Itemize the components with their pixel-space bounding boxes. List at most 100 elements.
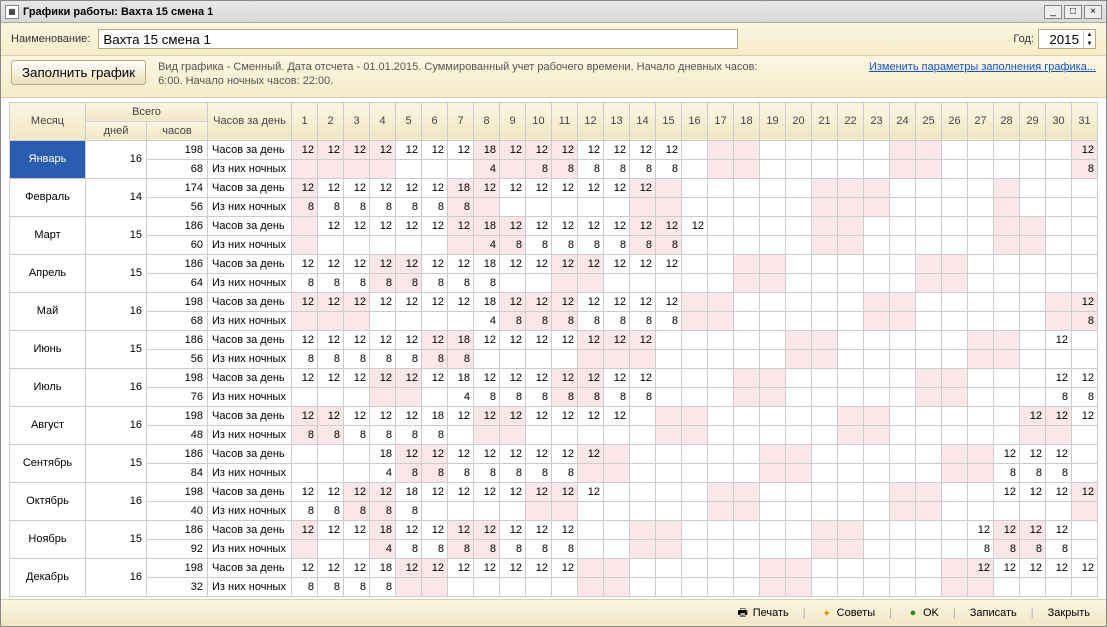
- day-cell[interactable]: 12: [994, 444, 1020, 463]
- day-cell[interactable]: 12: [630, 216, 656, 235]
- day-cell[interactable]: [578, 539, 604, 558]
- day-cell[interactable]: [916, 292, 942, 311]
- day-cell[interactable]: [292, 159, 318, 178]
- month-cell[interactable]: Март: [10, 216, 86, 254]
- day-cell[interactable]: [890, 235, 916, 254]
- day-cell[interactable]: [708, 292, 734, 311]
- day-cell[interactable]: [916, 501, 942, 520]
- day-cell[interactable]: 12: [1020, 406, 1046, 425]
- day-cell[interactable]: [968, 330, 994, 349]
- day-cell[interactable]: [318, 311, 344, 330]
- day-cell[interactable]: [448, 235, 474, 254]
- day-cell[interactable]: [682, 254, 708, 273]
- day-cell[interactable]: [890, 463, 916, 482]
- print-button[interactable]: 🖶Печать: [730, 604, 795, 622]
- day-cell[interactable]: [708, 254, 734, 273]
- day-cell[interactable]: [682, 178, 708, 197]
- day-cell[interactable]: [630, 501, 656, 520]
- month-cell[interactable]: Май: [10, 292, 86, 330]
- day-cell[interactable]: 12: [500, 444, 526, 463]
- day-cell[interactable]: [968, 482, 994, 501]
- day-cell[interactable]: [812, 501, 838, 520]
- day-cell[interactable]: 12: [318, 254, 344, 273]
- day-cell[interactable]: [994, 387, 1020, 406]
- day-cell[interactable]: [786, 444, 812, 463]
- day-cell[interactable]: [942, 387, 968, 406]
- day-cell[interactable]: [1072, 520, 1098, 539]
- day-cell[interactable]: [968, 159, 994, 178]
- day-cell[interactable]: [760, 292, 786, 311]
- day-cell[interactable]: [942, 425, 968, 444]
- day-cell[interactable]: 8: [370, 425, 396, 444]
- day-cell[interactable]: 12: [526, 330, 552, 349]
- day-cell[interactable]: [734, 539, 760, 558]
- day-cell[interactable]: [734, 520, 760, 539]
- day-cell[interactable]: 8: [396, 539, 422, 558]
- day-cell[interactable]: 18: [370, 520, 396, 539]
- day-cell[interactable]: 12: [292, 482, 318, 501]
- day-cell[interactable]: 8: [578, 159, 604, 178]
- day-cell[interactable]: 8: [1072, 159, 1098, 178]
- day-cell[interactable]: 8: [318, 197, 344, 216]
- day-cell[interactable]: [968, 349, 994, 368]
- day-cell[interactable]: 12: [578, 330, 604, 349]
- day-cell[interactable]: [760, 539, 786, 558]
- day-cell[interactable]: [708, 235, 734, 254]
- table-row[interactable]: Февраль14174Часов за день121212121212181…: [10, 178, 1098, 197]
- day-cell[interactable]: [604, 197, 630, 216]
- day-cell[interactable]: 12: [500, 216, 526, 235]
- day-cell[interactable]: [682, 482, 708, 501]
- day-cell[interactable]: 12: [578, 368, 604, 387]
- day-cell[interactable]: [838, 254, 864, 273]
- day-cell[interactable]: [994, 235, 1020, 254]
- day-cell[interactable]: 8: [604, 235, 630, 254]
- day-cell[interactable]: 12: [396, 520, 422, 539]
- day-cell[interactable]: 8: [1046, 387, 1072, 406]
- day-cell[interactable]: [916, 178, 942, 197]
- day-cell[interactable]: [1020, 178, 1046, 197]
- day-cell[interactable]: [1072, 197, 1098, 216]
- day-cell[interactable]: [1046, 254, 1072, 273]
- day-cell[interactable]: [942, 216, 968, 235]
- day-cell[interactable]: [838, 387, 864, 406]
- day-cell[interactable]: 12: [604, 178, 630, 197]
- day-cell[interactable]: [786, 292, 812, 311]
- table-row[interactable]: 68Из них ночных48888888: [10, 159, 1098, 178]
- day-cell[interactable]: [708, 197, 734, 216]
- day-cell[interactable]: [890, 311, 916, 330]
- day-cell[interactable]: 12: [500, 254, 526, 273]
- day-cell[interactable]: 12: [448, 444, 474, 463]
- day-cell[interactable]: 12: [292, 178, 318, 197]
- day-cell[interactable]: 12: [448, 292, 474, 311]
- day-cell[interactable]: 8: [422, 349, 448, 368]
- day-cell[interactable]: 12: [630, 330, 656, 349]
- month-cell[interactable]: Октябрь: [10, 482, 86, 520]
- day-cell[interactable]: [760, 501, 786, 520]
- day-cell[interactable]: [500, 425, 526, 444]
- day-cell[interactable]: [812, 444, 838, 463]
- day-cell[interactable]: [942, 140, 968, 159]
- day-cell[interactable]: [916, 311, 942, 330]
- day-cell[interactable]: [656, 406, 682, 425]
- day-cell[interactable]: 12: [500, 482, 526, 501]
- day-cell[interactable]: 12: [526, 558, 552, 577]
- day-cell[interactable]: [812, 368, 838, 387]
- day-cell[interactable]: 12: [526, 406, 552, 425]
- day-cell[interactable]: [682, 558, 708, 577]
- day-cell[interactable]: [630, 425, 656, 444]
- day-cell[interactable]: [786, 463, 812, 482]
- day-cell[interactable]: [968, 254, 994, 273]
- day-cell[interactable]: [994, 178, 1020, 197]
- day-cell[interactable]: [864, 444, 890, 463]
- day-cell[interactable]: [760, 463, 786, 482]
- day-cell[interactable]: [656, 387, 682, 406]
- day-cell[interactable]: [994, 197, 1020, 216]
- day-cell[interactable]: [942, 406, 968, 425]
- day-cell[interactable]: 12: [344, 140, 370, 159]
- day-cell[interactable]: [812, 159, 838, 178]
- day-cell[interactable]: [760, 159, 786, 178]
- day-cell[interactable]: 8: [344, 577, 370, 596]
- day-cell[interactable]: 8: [292, 425, 318, 444]
- day-cell[interactable]: 12: [526, 292, 552, 311]
- day-cell[interactable]: [1020, 501, 1046, 520]
